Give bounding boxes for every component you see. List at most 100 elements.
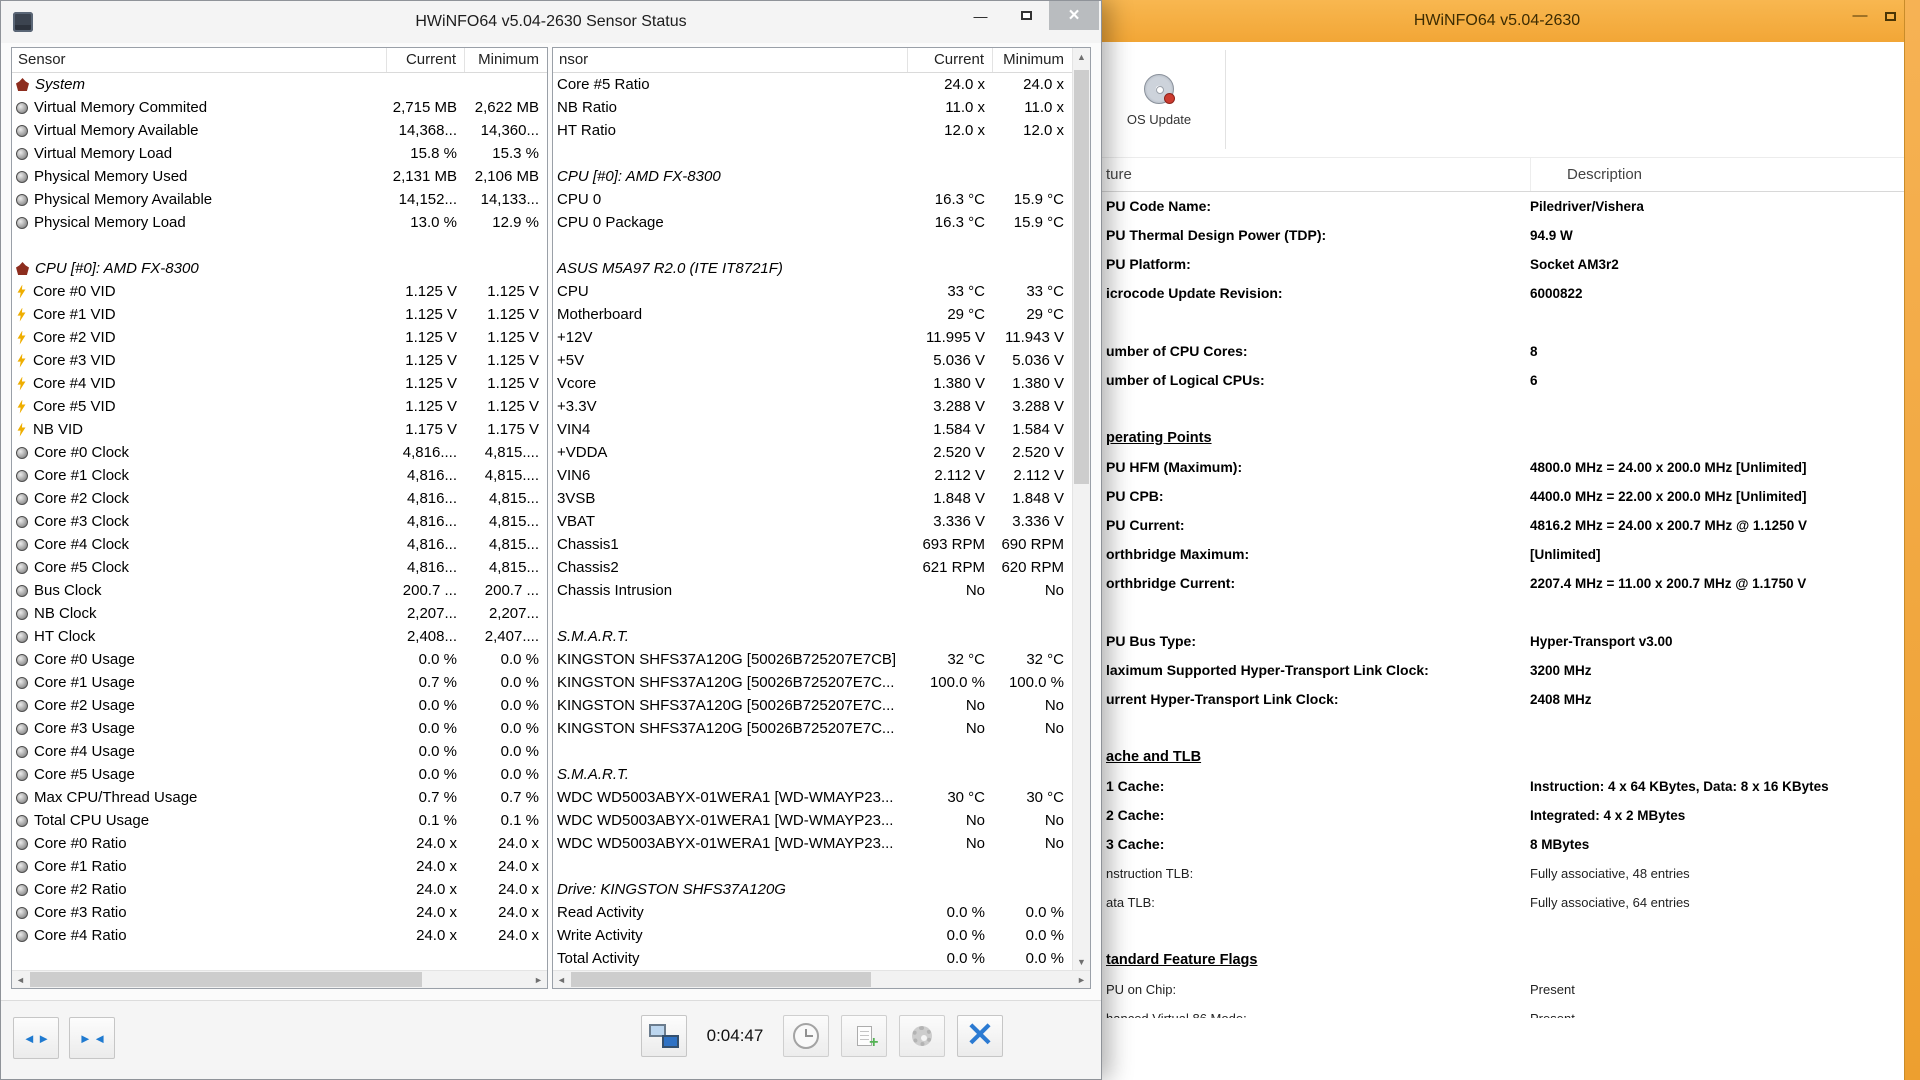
scroll-right-arrow[interactable]: ►	[1073, 971, 1090, 988]
sensor-row[interactable]: Core #1 Usage0.7 %0.0 %	[12, 671, 547, 694]
sensor-row[interactable]: Motherboard29 °C29 °C	[553, 303, 1072, 326]
sensor-row[interactable]: +VDDA2.520 V2.520 V	[553, 441, 1072, 464]
sensor-row[interactable]: Total CPU Usage0.1 %0.1 %	[12, 809, 547, 832]
feature-row[interactable]: ata TLB:Fully associative, 64 entries	[1090, 888, 1904, 917]
column-header-minimum[interactable]: Minimum	[465, 48, 547, 72]
sensor-row[interactable]: Chassis IntrusionNoNo	[553, 579, 1072, 602]
feature-row[interactable]: PU Thermal Design Power (TDP):94.9 W	[1090, 221, 1904, 250]
feature-section-row[interactable]: tandard Feature Flags	[1090, 946, 1904, 975]
feature-row[interactable]: orthbridge Maximum:[Unlimited]	[1090, 540, 1904, 569]
sensor-row[interactable]: CPU33 °C33 °C	[553, 280, 1072, 303]
column-header-sensor[interactable]: nsor	[553, 48, 908, 72]
sensor-group-row[interactable]: System	[12, 73, 547, 96]
sensor-row[interactable]: KINGSTON SHFS37A120G [50026B725207E7C...…	[553, 717, 1072, 740]
sensor-row[interactable]: Chassis1693 RPM690 RPM	[553, 533, 1072, 556]
feature-row[interactable]: umber of CPU Cores:8	[1090, 337, 1904, 366]
sensor-row[interactable]: WDC WD5003ABYX-01WERA1 [WD-WMAYP23...NoN…	[553, 832, 1072, 855]
clock-button[interactable]	[783, 1015, 829, 1057]
feature-row[interactable]: orthbridge Current:2207.4 MHz = 11.00 x …	[1090, 569, 1904, 598]
feature-row[interactable]: PU CPB:4400.0 MHz = 22.00 x 200.0 MHz [U…	[1090, 482, 1904, 511]
sensor-row[interactable]: Physical Memory Used2,131 MB2,106 MB	[12, 165, 547, 188]
feature-row[interactable]: umber of Logical CPUs:6	[1090, 366, 1904, 395]
column-header-sensor[interactable]: Sensor	[12, 48, 387, 72]
sensor-row[interactable]: Core #4 VID1.125 V1.125 V	[12, 372, 547, 395]
feature-row[interactable]: PU Current:4816.2 MHz = 24.00 x 200.7 MH…	[1090, 511, 1904, 540]
sensor-row[interactable]: Core #0 Usage0.0 %0.0 %	[12, 648, 547, 671]
sensor-row[interactable]: VBAT3.336 V3.336 V	[553, 510, 1072, 533]
sensor-row[interactable]: CPU 016.3 °C15.9 °C	[553, 188, 1072, 211]
horizontal-scrollbar[interactable]: ◄ ►	[12, 970, 547, 988]
feature-row[interactable]: PU on Chip:Present	[1090, 975, 1904, 1004]
feature-section-row[interactable]: perating Points	[1090, 424, 1904, 453]
feature-row[interactable]: PU Bus Type:Hyper-Transport v3.00	[1090, 627, 1904, 656]
sensor-row[interactable]: Chassis2621 RPM620 RPM	[553, 556, 1072, 579]
logging-button[interactable]: +	[841, 1015, 887, 1057]
feature-row[interactable]: urrent Hyper-Transport Link Clock:2408 M…	[1090, 685, 1904, 714]
column-header-current[interactable]: Current	[908, 48, 993, 72]
sensor-row[interactable]: Core #2 Ratio24.0 x24.0 x	[12, 878, 547, 901]
sensor-row[interactable]: Write Activity0.0 %0.0 %	[553, 924, 1072, 947]
sensor-row[interactable]: Core #3 VID1.125 V1.125 V	[12, 349, 547, 372]
sensor-row[interactable]: Vcore1.380 V1.380 V	[553, 372, 1072, 395]
feature-section-row[interactable]: ache and TLB	[1090, 743, 1904, 772]
sensor-row[interactable]: Max CPU/Thread Usage0.7 %0.7 %	[12, 786, 547, 809]
sensor-row[interactable]: KINGSTON SHFS37A120G [50026B725207E7C...…	[553, 671, 1072, 694]
sensor-group-row[interactable]: S.M.A.R.T.	[553, 625, 1072, 648]
sensor-group-row[interactable]: ASUS M5A97 R2.0 (ITE IT8721F)	[553, 257, 1072, 280]
sensor-row[interactable]: HT Clock2,408...2,407....	[12, 625, 547, 648]
sensor-row[interactable]: Core #1 VID1.125 V1.125 V	[12, 303, 547, 326]
sensor-row[interactable]: Physical Memory Available14,152...14,133…	[12, 188, 547, 211]
sensor-row[interactable]: Core #2 VID1.125 V1.125 V	[12, 326, 547, 349]
sensor-row[interactable]: 3VSB1.848 V1.848 V	[553, 487, 1072, 510]
feature-row[interactable]: icrocode Update Revision:6000822	[1090, 279, 1904, 308]
sensor-row[interactable]: +3.3V3.288 V3.288 V	[553, 395, 1072, 418]
scroll-up-arrow[interactable]: ▲	[1073, 48, 1090, 65]
sensor-group-row[interactable]: CPU [#0]: AMD FX-8300	[12, 257, 547, 280]
sensor-row[interactable]: WDC WD5003ABYX-01WERA1 [WD-WMAYP23...NoN…	[553, 809, 1072, 832]
sensor-row[interactable]: Core #3 Clock4,816...4,815...	[12, 510, 547, 533]
main-window-titlebar[interactable]: HWiNFO64 v5.04-2630 —	[1090, 0, 1904, 42]
sensor-row[interactable]: Virtual Memory Commited2,715 MB2,622 MB	[12, 96, 547, 119]
sensor-row[interactable]: Core #4 Ratio24.0 x24.0 x	[12, 924, 547, 947]
feature-row[interactable]: PU Code Name:Piledriver/Vishera	[1090, 192, 1904, 221]
sensor-row[interactable]: Core #5 VID1.125 V1.125 V	[12, 395, 547, 418]
column-header-current[interactable]: Current	[387, 48, 465, 72]
sensor-group-row[interactable]: S.M.A.R.T.	[553, 763, 1072, 786]
feature-row[interactable]: PU HFM (Maximum):4800.0 MHz = 24.00 x 20…	[1090, 453, 1904, 482]
sensor-row[interactable]: Core #5 Clock4,816...4,815...	[12, 556, 547, 579]
maximize-button[interactable]	[1003, 1, 1049, 30]
sensor-row[interactable]: NB Clock2,207...2,207...	[12, 602, 547, 625]
sensor-window-titlebar[interactable]: HWiNFO64 v5.04-2630 Sensor Status — ×	[1, 1, 1101, 43]
sensor-row[interactable]: CPU 0 Package16.3 °C15.9 °C	[553, 211, 1072, 234]
sensor-row[interactable]: Core #5 Ratio24.0 x24.0 x	[553, 73, 1072, 96]
feature-row[interactable]: 1 Cache:Instruction: 4 x 64 KBytes, Data…	[1090, 772, 1904, 801]
scrollbar-thumb[interactable]	[30, 972, 422, 987]
scroll-left-arrow[interactable]: ◄	[12, 971, 29, 988]
scroll-down-arrow[interactable]: ▼	[1073, 953, 1090, 970]
sensor-row[interactable]: Read Activity0.0 %0.0 %	[553, 901, 1072, 924]
minimize-button[interactable]: —	[957, 1, 1003, 30]
sensor-row[interactable]: Core #3 Ratio24.0 x24.0 x	[12, 901, 547, 924]
feature-row[interactable]: hanced Virtual 86 Mode:Present	[1090, 1004, 1904, 1018]
feature-column-header[interactable]: ture	[1090, 166, 1530, 183]
vertical-scrollbar[interactable]: ▲ ▼	[1072, 48, 1090, 970]
close-button[interactable]: ×	[1049, 1, 1099, 30]
remote-monitoring-button[interactable]	[641, 1015, 687, 1057]
sensor-row[interactable]: Core #2 Clock4,816...4,815...	[12, 487, 547, 510]
sensor-row[interactable]: Bus Clock200.7 ...200.7 ...	[12, 579, 547, 602]
sensor-row[interactable]: NB VID1.175 V1.175 V	[12, 418, 547, 441]
sensor-row[interactable]: +5V5.036 V5.036 V	[553, 349, 1072, 372]
feature-row[interactable]: 2 Cache:Integrated: 4 x 2 MBytes	[1090, 801, 1904, 830]
sensor-row[interactable]: Core #0 Clock4,816....4,815....	[12, 441, 547, 464]
scrollbar-thumb[interactable]	[1074, 70, 1089, 484]
description-column-header[interactable]: Description	[1530, 158, 1904, 191]
sensor-group-row[interactable]: CPU [#0]: AMD FX-8300	[553, 165, 1072, 188]
column-header-minimum[interactable]: Minimum	[993, 48, 1072, 72]
sensor-row[interactable]: Core #4 Usage0.0 %0.0 %	[12, 740, 547, 763]
minimize-button[interactable]: —	[1849, 6, 1871, 26]
maximize-button[interactable]	[1885, 12, 1896, 21]
expand-columns-button[interactable]: ◄ ►	[13, 1017, 59, 1059]
scroll-left-arrow[interactable]: ◄	[553, 971, 570, 988]
sensor-row[interactable]: Core #0 VID1.125 V1.125 V	[12, 280, 547, 303]
close-sensors-button[interactable]: ×	[957, 1015, 1003, 1057]
